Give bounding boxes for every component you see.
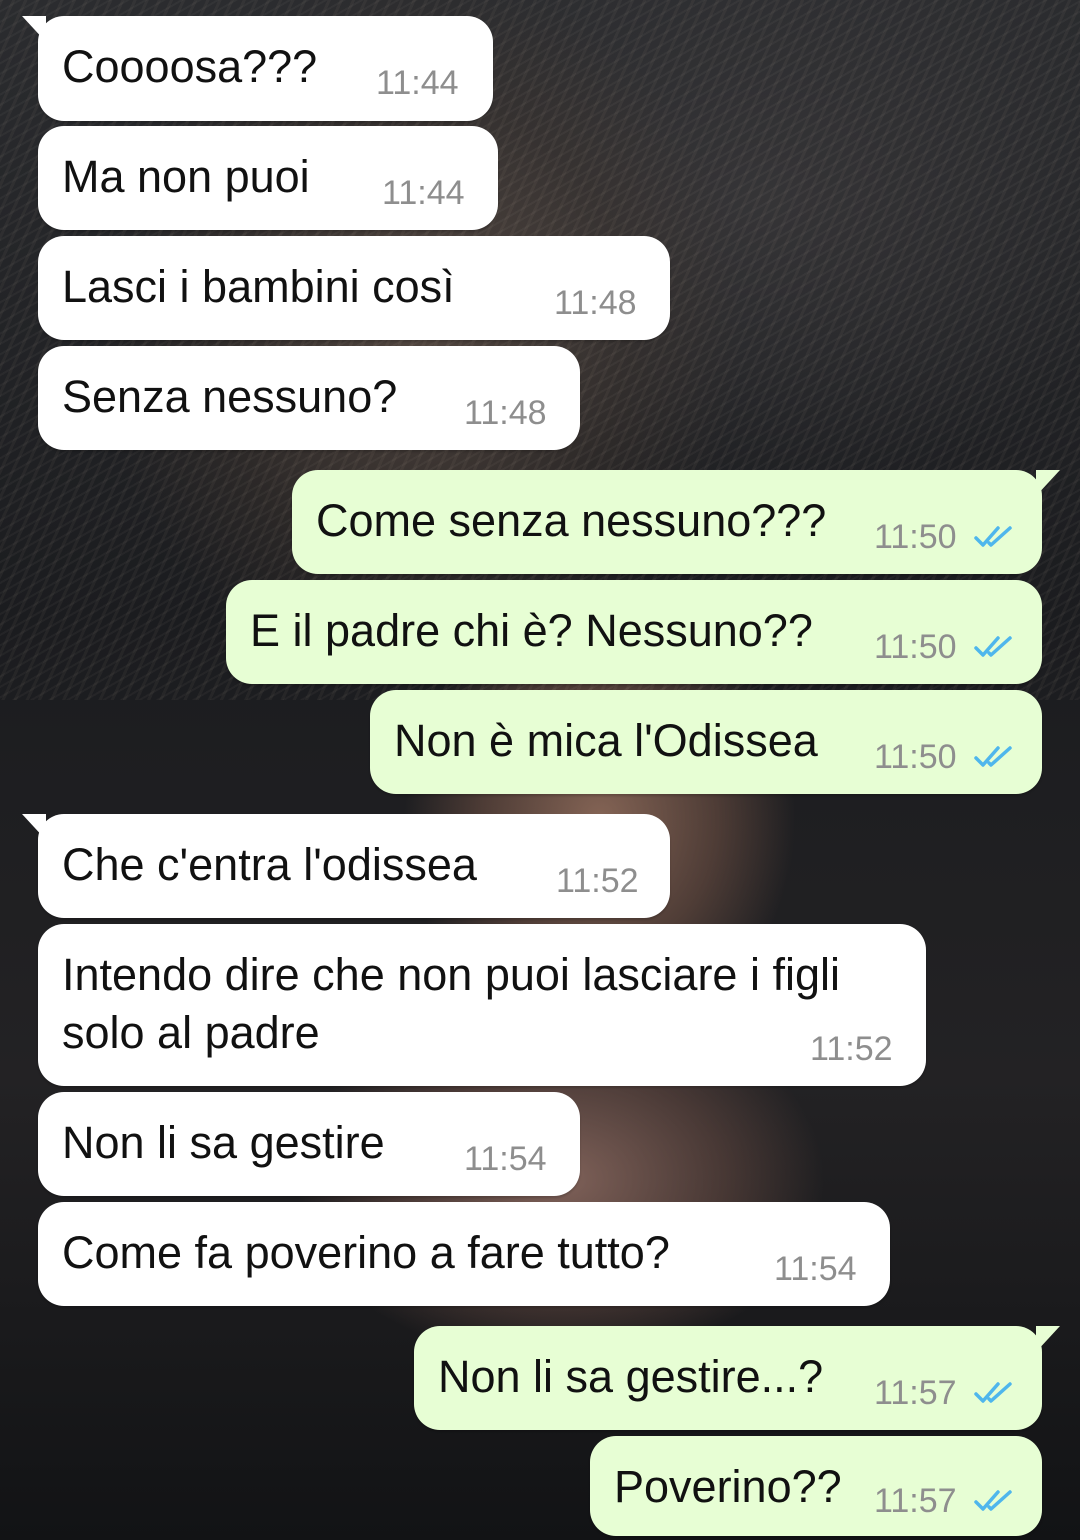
message-bubble-outgoing[interactable]: Poverino?? 11:57 [590, 1436, 1042, 1536]
message-bubble-incoming[interactable]: Non li sa gestire 11:54 [38, 1092, 580, 1196]
message-text: Ma non puoi [62, 151, 310, 202]
message-bubble-incoming[interactable]: Che c'entra l'odissea 11:52 [22, 814, 670, 918]
message-bubble-incoming[interactable]: Come fa poverino a fare tutto? 11:54 [38, 1202, 890, 1306]
message-bubble-outgoing[interactable]: Come senza nessuno??? 11:50 [292, 470, 1060, 574]
message-text: Come senza nessuno??? [316, 495, 827, 546]
message-text: Intendo dire che non puoi lasciare i fig… [62, 949, 840, 1058]
message-time: 11:52 [556, 862, 639, 900]
double-check-icon [974, 526, 1012, 547]
message-time: 11:44 [382, 174, 465, 212]
message-time: 11:54 [774, 1250, 857, 1288]
message-bubble-incoming[interactable]: Coooosa??? 11:44 [22, 16, 493, 121]
message-text: Non li sa gestire...? [438, 1351, 824, 1402]
message-text: Poverino?? [614, 1461, 842, 1512]
message-bubble-incoming[interactable]: Intendo dire che non puoi lasciare i fig… [38, 924, 926, 1086]
message-time: 11:44 [376, 64, 459, 102]
message-time: 11:50 [874, 628, 957, 666]
message-bubble-outgoing[interactable]: E il padre chi è? Nessuno?? 11:50 [226, 580, 1042, 684]
message-text: E il padre chi è? Nessuno?? [250, 605, 813, 656]
message-bubble-outgoing[interactable]: Non è mica l'Odissea 11:50 [370, 690, 1042, 794]
double-check-icon [974, 636, 1012, 657]
message-time: 11:52 [810, 1030, 893, 1068]
message-bubble-incoming[interactable]: Ma non puoi 11:44 [38, 126, 498, 230]
message-text: Senza nessuno? [62, 371, 398, 422]
message-bubble-incoming[interactable]: Senza nessuno? 11:48 [38, 346, 580, 450]
message-time: 11:57 [874, 1374, 957, 1412]
message-text: Lasci i bambini così [62, 261, 455, 312]
message-time: 11:50 [874, 738, 957, 776]
message-time: 11:48 [554, 284, 637, 322]
double-check-icon [974, 1382, 1012, 1403]
message-text: Non è mica l'Odissea [394, 715, 818, 766]
double-check-icon [974, 746, 1012, 767]
message-bubble-incoming[interactable]: Lasci i bambini così 11:48 [38, 236, 670, 340]
message-text: Non li sa gestire [62, 1117, 385, 1168]
message-time: 11:54 [464, 1140, 547, 1178]
double-check-icon [974, 1490, 1012, 1511]
message-time: 11:57 [874, 1482, 957, 1520]
message-bubble-outgoing[interactable]: Non li sa gestire...? 11:57 [414, 1326, 1060, 1430]
message-time: 11:50 [874, 518, 957, 556]
message-text: Come fa poverino a fare tutto? [62, 1227, 670, 1278]
message-text: Coooosa??? [62, 41, 318, 92]
message-text: Che c'entra l'odissea [62, 839, 477, 890]
message-time: 11:48 [464, 394, 547, 432]
